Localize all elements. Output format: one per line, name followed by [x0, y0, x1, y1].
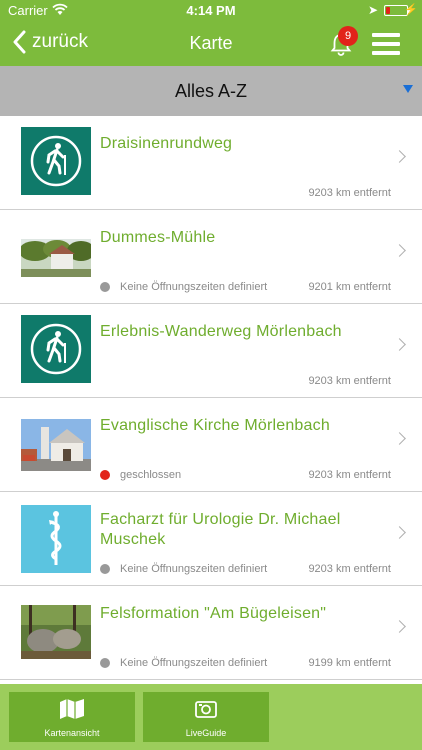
item-distance: 9203 km entfernt	[308, 375, 391, 387]
status-dot-gray	[100, 564, 110, 574]
list-item[interactable]: Evanglische Kirche Mörlenbach geschlosse…	[0, 398, 422, 492]
poi-list: Draisinenrundweg 9203 km entfernt Dummes…	[0, 116, 422, 680]
status-dot-red	[100, 470, 110, 480]
list-item[interactable]: Dummes-Mühle Keine Öffnungszeiten defini…	[0, 210, 422, 304]
status-dot-gray	[100, 282, 110, 292]
chevron-right-icon	[393, 620, 406, 633]
clock: 4:14 PM	[186, 3, 236, 18]
list-item[interactable]: Felsformation "Am Bügeleisen" Keine Öffn…	[0, 586, 422, 680]
item-distance: 9203 km entfernt	[308, 563, 391, 575]
item-name: Felsformation "Am Bügeleisen"	[100, 605, 327, 622]
status-text: Keine Öffnungszeiten definiert	[120, 563, 268, 575]
rock-photo	[21, 605, 91, 659]
item-name: Draisinenrundweg	[100, 135, 233, 152]
tab-label: Kartenansicht	[44, 728, 100, 738]
chevron-right-icon	[393, 432, 406, 445]
church-photo	[21, 419, 91, 471]
dropdown-arrow-icon	[403, 85, 413, 93]
back-label: zurück	[32, 31, 88, 52]
chevron-right-icon	[393, 150, 406, 163]
tab-liveguide[interactable]: LiveGuide	[143, 692, 269, 742]
opening-status: Keine Öffnungszeiten definiert	[100, 281, 267, 293]
camera-icon	[195, 701, 217, 718]
item-distance: 9199 km entfernt	[308, 657, 391, 669]
bottom-tab-bar: Kartenansicht LiveGuide	[0, 684, 422, 750]
opening-status: Keine Öffnungszeiten definiert	[100, 563, 267, 575]
category-filter-dropdown[interactable]: Alles A-Z	[0, 66, 422, 116]
chevron-right-icon	[393, 526, 406, 539]
list-item[interactable]: Draisinenrundweg 9203 km entfernt	[0, 116, 422, 210]
medical-icon	[21, 505, 91, 573]
charging-icon: ⚡	[404, 4, 418, 16]
item-distance: 9203 km entfernt	[308, 187, 391, 199]
opening-status: geschlossen	[100, 469, 181, 481]
notification-badge: 9	[338, 26, 358, 46]
nav-bar: zurück Karte 9	[0, 22, 422, 66]
map-icon	[60, 699, 84, 719]
hiking-icon	[21, 315, 91, 383]
tab-label: LiveGuide	[185, 728, 227, 738]
back-button[interactable]: zurück	[12, 30, 88, 54]
chevron-right-icon	[393, 244, 406, 257]
item-name: Erlebnis-Wanderweg Mörlenbach	[100, 323, 342, 340]
item-distance: 9201 km entfernt	[308, 281, 391, 293]
item-distance: 9203 km entfernt	[308, 469, 391, 481]
status-bar: Carrier 4:14 PM ➤ ⚡	[0, 0, 422, 22]
list-item[interactable]: Erlebnis-Wanderweg Mörlenbach 9203 km en…	[0, 304, 422, 398]
hiking-icon	[21, 127, 91, 195]
hamburger-menu-icon[interactable]	[372, 33, 400, 55]
status-text: Keine Öffnungszeiten definiert	[120, 281, 268, 293]
chevron-left-icon	[13, 30, 26, 54]
chevron-right-icon	[393, 338, 406, 351]
status-dot-gray	[100, 658, 110, 668]
mill-photo	[21, 239, 91, 277]
item-name: Facharzt für Urologie Dr. Michael Musche…	[100, 511, 341, 548]
list-item[interactable]: Facharzt für Urologie Dr. Michael Musche…	[0, 492, 422, 586]
status-text: Keine Öffnungszeiten definiert	[120, 657, 268, 669]
filter-label: Alles A-Z	[174, 81, 248, 101]
item-name: Dummes-Mühle	[100, 229, 216, 246]
tab-kartenansicht[interactable]: Kartenansicht	[9, 692, 135, 742]
status-text: geschlossen	[120, 469, 182, 481]
item-name: Evanglische Kirche Mörlenbach	[100, 417, 330, 434]
opening-status: Keine Öffnungszeiten definiert	[100, 657, 267, 669]
location-arrow-icon: ➤	[367, 3, 378, 17]
